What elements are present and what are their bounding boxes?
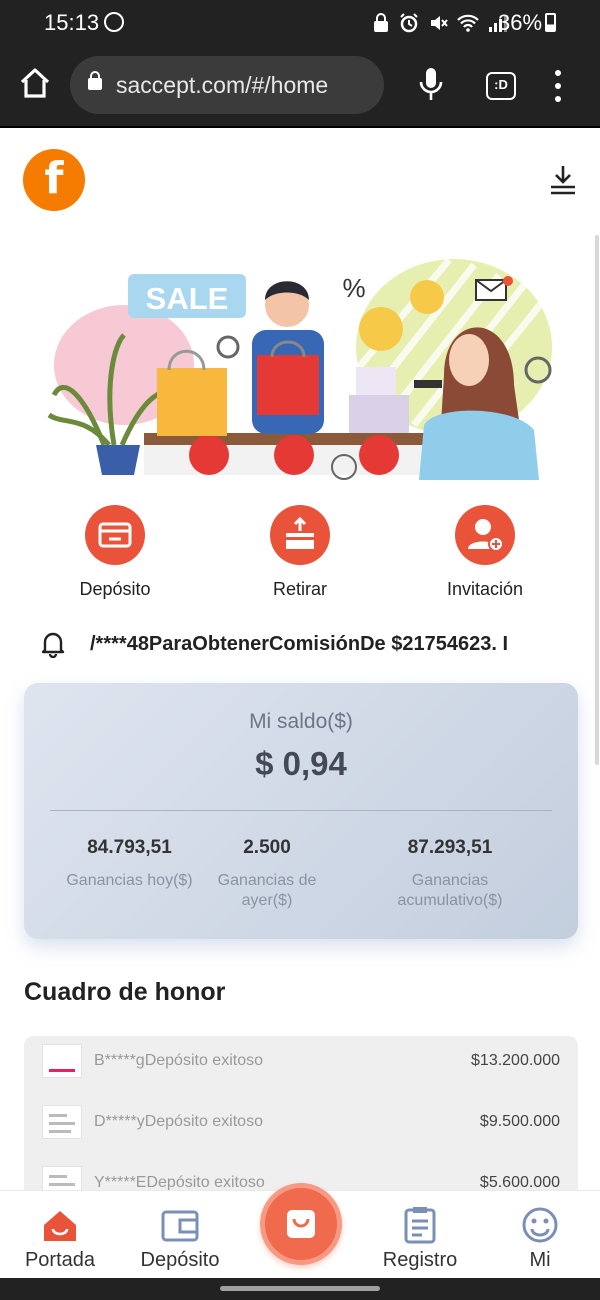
notice-marquee: /****48ParaObtenerComisiónDe $21754623. … <box>0 622 600 666</box>
nav-portada[interactable]: Portada <box>0 1205 120 1272</box>
stat-today-label: Ganancias hoy($) <box>66 872 193 889</box>
system-navigation-bar <box>0 1278 600 1300</box>
list-item: D*****yDepósito exitoso $9.500.000 <box>24 1103 578 1143</box>
stat-cumulative-value: 87.293,51 <box>407 837 493 858</box>
nav-deposito[interactable]: Depósito <box>120 1205 240 1272</box>
balance-amount: $ 0,94 <box>255 745 347 782</box>
stat-yesterday: 2.500 Ganancias de ayer($) <box>208 837 326 911</box>
stat-yesterday-value: 2.500 <box>243 837 291 858</box>
browser-menu-icon[interactable] <box>548 70 568 102</box>
address-bar[interactable]: saccept.com/#/home <box>70 56 384 114</box>
honor-name: B*****gDepósito exitoso <box>94 1052 263 1069</box>
smiley-icon <box>520 1205 560 1245</box>
balance-title: Mi saldo($) <box>249 710 353 733</box>
honor-amount: $9.500.000 <box>479 1113 560 1130</box>
withdraw-action-label: Retirar <box>272 579 327 599</box>
banner-percent-text: % <box>342 273 365 303</box>
honor-name: D*****yDepósito exitoso <box>94 1113 263 1130</box>
mute-icon <box>431 16 448 30</box>
download-icon[interactable] <box>548 164 578 196</box>
deposit-receipt-thumbnail <box>42 1044 82 1078</box>
secure-lock-icon <box>88 71 102 90</box>
home-gesture-handle[interactable] <box>220 1286 380 1291</box>
status-bar: 15:13 36% <box>0 0 600 44</box>
lock-icon <box>374 13 388 32</box>
deposit-action[interactable]: Depósito <box>40 505 190 600</box>
balance-card: Mi saldo($) $ 0,94 84.793,51 Ganancias h… <box>24 683 578 939</box>
banner-sale-text: SALE <box>146 281 229 316</box>
nav-registro[interactable]: Registro <box>360 1205 480 1272</box>
browser-home-icon[interactable] <box>18 66 52 100</box>
status-icons <box>372 12 508 34</box>
stat-cumulative: 87.293,51 Ganancias acumulativo($) <box>376 837 524 911</box>
nav-mi[interactable]: Mi <box>480 1205 600 1272</box>
invitation-action-label: Invitación <box>446 579 524 599</box>
stat-yesterday-label: Ganancias de ayer($) <box>217 872 317 909</box>
deposit-action-label: Depósito <box>79 579 151 599</box>
honor-amount: $13.200.000 <box>471 1052 560 1069</box>
wifi-icon <box>457 14 479 32</box>
whatsapp-icon <box>104 12 124 32</box>
battery-icon <box>545 13 556 32</box>
bottom-navigation: Portada Depósito Registro Mi <box>0 1183 600 1278</box>
browser-toolbar: saccept.com/#/home :D <box>0 44 600 128</box>
clipboard-icon <box>400 1205 440 1245</box>
stat-today-value: 84.793,51 <box>87 837 172 858</box>
withdraw-action[interactable]: Retirar <box>225 505 375 600</box>
list-item: B*****gDepósito exitoso $13.200.000 <box>24 1042 578 1082</box>
honor-title: Cuadro de honor <box>24 978 226 1006</box>
microphone-icon[interactable] <box>418 66 444 102</box>
nav-label: Registro <box>382 1249 458 1271</box>
card-icon <box>85 505 145 565</box>
bell-icon <box>41 632 65 658</box>
app-logo: f <box>23 149 85 211</box>
deposit-receipt-thumbnail <box>42 1105 82 1139</box>
status-time: 15:13 <box>44 10 100 35</box>
alarm-icon <box>400 13 418 33</box>
notice-text: /****48ParaObtenerComisiónDe $21754623. … <box>90 633 508 655</box>
battery-percentage: 36% <box>498 10 543 35</box>
stat-today: 84.793,51 Ganancias hoy($) <box>62 837 197 891</box>
tabs-button[interactable]: :D <box>486 72 516 100</box>
stat-cumulative-label: Ganancias acumulativo($) <box>397 872 503 909</box>
invitation-action[interactable]: Invitación <box>410 505 560 600</box>
home-icon <box>40 1205 80 1245</box>
nav-label: Portada <box>24 1249 96 1271</box>
balance-divider <box>50 810 552 811</box>
quick-actions: Depósito Retirar Invitación <box>0 505 600 615</box>
shopping-bag-icon <box>287 1210 315 1238</box>
wallet-icon <box>160 1205 200 1245</box>
add-user-icon <box>455 505 515 565</box>
nav-label: Mi <box>529 1249 551 1271</box>
scrollbar[interactable] <box>595 235 599 765</box>
honor-list[interactable]: B*****gDepósito exitoso $13.200.000 D***… <box>24 1036 578 1196</box>
withdraw-box-icon <box>270 505 330 565</box>
shopping-bag-button[interactable] <box>260 1183 342 1265</box>
nav-label: Depósito <box>140 1249 220 1271</box>
shopping-banner: SALE % <box>47 257 552 480</box>
url-text: saccept.com/#/home <box>116 72 329 98</box>
